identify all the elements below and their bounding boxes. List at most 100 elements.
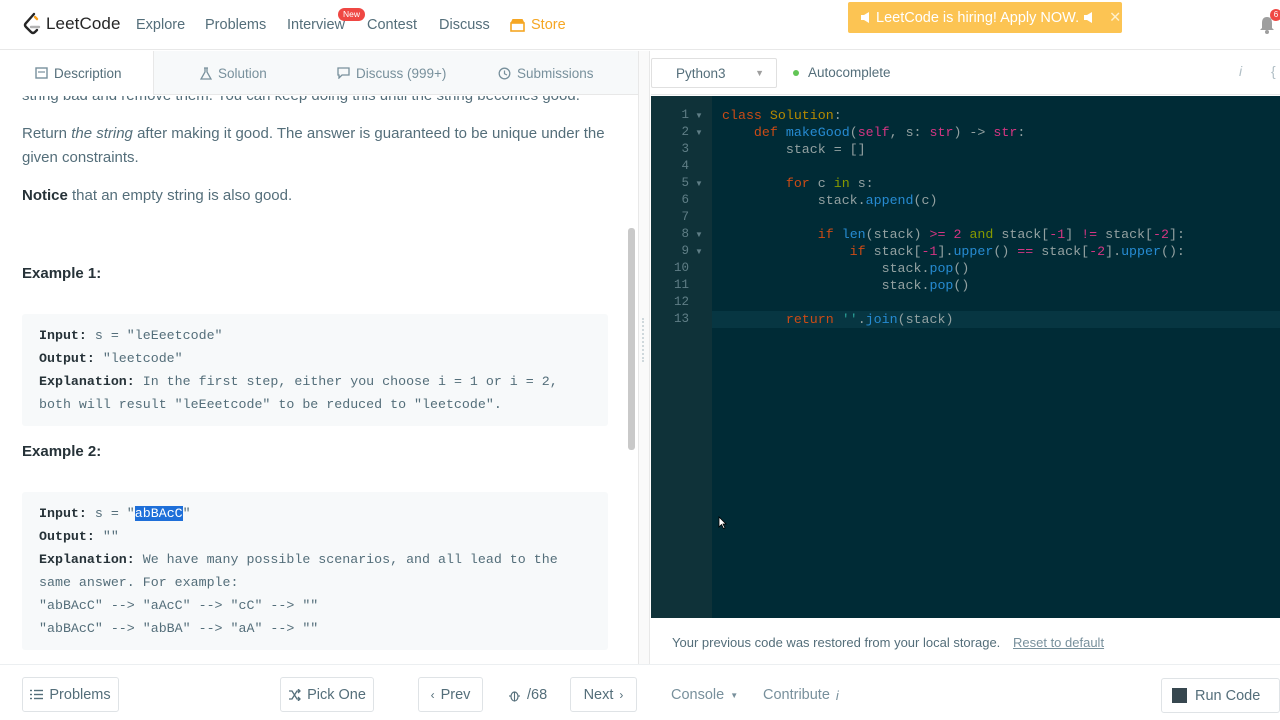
language-select[interactable]: Python3 ▼ [651,58,777,88]
code-line: def makeGood(self, s: str) -> str: [753,125,1026,140]
console-label: Console [671,687,725,703]
code-line: for c in s: [785,176,874,191]
tab-solution[interactable]: Solution [200,51,267,95]
code-editor[interactable]: class Solution: def makeGood(self, s: st… [712,96,1280,618]
problem-tabs: Description Solution Discuss (999+) Subm… [0,51,638,95]
nav-discuss[interactable]: Discuss [439,17,490,33]
line-number: 10 [673,261,689,275]
flask-icon [200,66,212,80]
fold-icon[interactable]: ▼ [695,226,703,243]
logo-text: LeetCode [46,14,121,33]
code-line: stack.pop() [722,278,970,293]
console-toggle[interactable]: Console ▼ [671,687,738,703]
chevron-left-icon: ‹ [430,687,435,702]
line-number: 7 [681,210,689,224]
fold-icon[interactable]: ▼ [695,107,703,124]
info-icon: i [835,687,839,703]
line-number: 6 [681,193,689,207]
notice-paragraph: Notice that an empty string is also good… [22,187,293,204]
next-button[interactable]: Next › [570,677,637,712]
leetcode-logo-icon [23,12,41,35]
contribute-label: Contribute [763,687,830,703]
line-number: 13 [673,312,689,326]
fold-icon[interactable]: ▼ [695,175,703,192]
line-number: 3 [681,142,689,156]
page-indicator[interactable]: /68 [508,687,547,703]
prev-label: Prev [440,686,471,703]
bottom-bar: Problems Pick One ‹ Prev /68 Next › Cons… [0,664,1280,720]
fold-icon[interactable]: ▼ [695,124,703,141]
run-code-button[interactable]: Run Code [1161,678,1280,713]
prev-button[interactable]: ‹ Prev [418,677,483,712]
problems-button[interactable]: Problems [22,677,119,712]
restore-message-bar: Your previous code was restored from you… [651,618,1280,664]
description-scroll-thumb[interactable] [628,228,635,450]
line-number: 5 [681,176,689,190]
code-line: stack.append(c) [722,193,938,208]
editor-gutter: 1 ▼ 2 ▼ 3 4 5 ▼ 6 7 8 ▼ 9 ▼ 10 11 12 13 [651,96,712,618]
new-badge: New [338,8,366,21]
nav-explore[interactable]: Explore [136,17,185,33]
speaker-icon [861,12,869,23]
run-square-icon [1172,688,1187,703]
autocomplete-toggle[interactable]: Autocomplete [793,65,891,80]
caret-down-icon: ▼ [755,68,764,78]
autocomplete-label: Autocomplete [808,65,891,80]
example1-title: Example 1: [22,265,102,282]
restore-message: Your previous code was restored from you… [672,635,1001,650]
status-dot-icon [793,69,799,76]
code-line: if len(stack) >= 2 and stack[-1] != stac… [817,227,1185,242]
example2-title: Example 2: [22,443,102,460]
tab-submissions[interactable]: Submissions [498,51,594,95]
language-value: Python3 [676,65,726,81]
logo[interactable]: LeetCode [22,12,121,36]
shuffle-icon [289,688,301,701]
code-line: stack.pop() [722,261,970,276]
example1-block: Input: s = "leEeetcode" Output: "leetcod… [22,314,608,426]
contribute-link[interactable]: Contribute i [763,687,839,703]
tab-description[interactable]: Description [0,51,154,95]
reset-to-default-link[interactable]: Reset to default [1013,635,1104,650]
pick-one-button[interactable]: Pick One [280,677,374,712]
splitter-handle[interactable] [642,318,645,362]
tab-submissions-label: Submissions [517,65,594,81]
comment-icon [337,67,350,79]
hiring-text: LeetCode is hiring! Apply NOW. [876,9,1080,26]
tab-description-label: Description [54,65,122,81]
bug-icon [509,690,520,702]
list-icon [30,689,44,700]
info-icon[interactable]: i [1239,63,1242,79]
store-label: Store [531,17,566,33]
next-label: Next [583,686,614,703]
line-number: 2 [681,125,689,139]
fold-icon[interactable]: ▼ [695,243,703,260]
editor-toolbar: Python3 ▼ Autocomplete i { [651,51,1280,95]
nav-problems[interactable]: Problems [205,17,266,33]
line-number: 9 [681,244,689,258]
nav-contest[interactable]: Contest [367,17,417,33]
code-line: class Solution: [722,108,842,123]
hiring-banner[interactable]: LeetCode is hiring! Apply NOW. ✕ [848,2,1122,33]
store-icon [510,19,525,32]
top-nav: LeetCode Explore Problems Interview New … [0,0,1280,50]
close-icon[interactable]: ✕ [1109,10,1121,26]
nav-store[interactable]: Store [510,17,566,33]
code-line: if stack[-1].upper() == stack[-2].upper(… [849,244,1185,259]
line-number: 11 [673,278,689,292]
example2-block: Input: s = "abBAcC" Output: "" Explanati… [22,492,608,650]
problems-label: Problems [49,686,111,703]
caret-down-icon: ▼ [730,690,739,700]
description-paragraph: string bad and remove them. You can keep… [22,96,608,108]
line-number: 1 [681,108,689,122]
tab-discuss[interactable]: Discuss (999+) [337,51,446,95]
clock-icon [498,67,511,79]
nav-interview[interactable]: Interview [287,17,345,33]
chevron-right-icon: › [619,687,624,702]
code-brace-icon[interactable]: { [1271,63,1276,79]
code-line: return ''.join(stack) [785,312,954,327]
document-icon [35,67,48,79]
line-number: 8 [681,227,689,241]
leetcode-app: LeetCode Explore Problems Interview New … [0,0,1280,720]
selected-text: abBAcC [134,506,183,521]
line-number: 4 [681,159,689,173]
